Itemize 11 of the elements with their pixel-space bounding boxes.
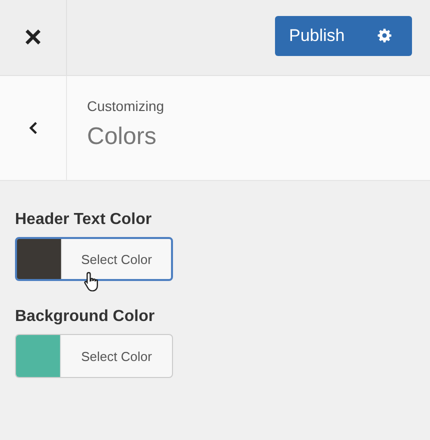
control-label: Background Color [15,308,156,326]
section-title: Colors [87,123,158,151]
color-picker-button[interactable]: Select Color [15,237,173,281]
close-button[interactable]: × [24,22,42,52]
color-picker-button[interactable]: Select Color [15,334,173,378]
hand-pointer-icon [83,271,101,293]
control-label: Header Text Color [15,211,153,229]
publish-button[interactable]: Publish [275,16,412,56]
settings-icon[interactable] [377,28,392,43]
breadcrumb-label: Customizing [87,98,164,114]
back-icon[interactable] [28,121,38,135]
